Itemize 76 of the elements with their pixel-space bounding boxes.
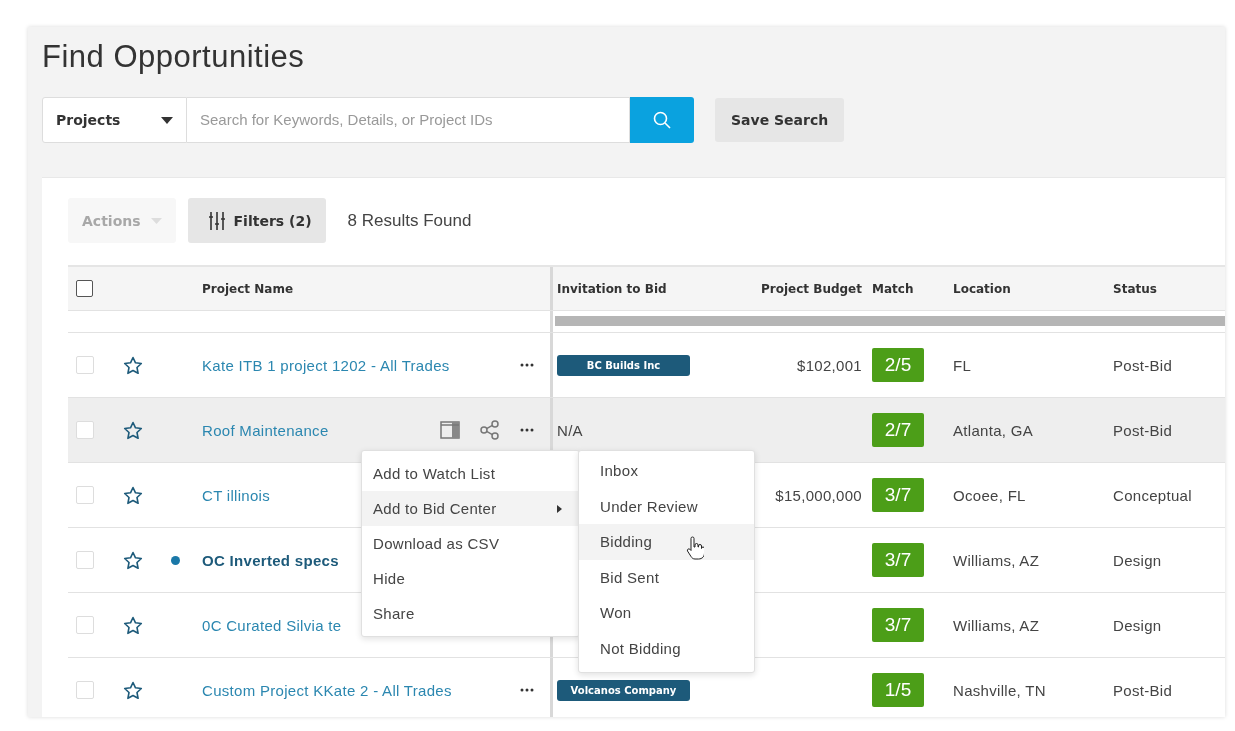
match-badge: 3/7 [872,543,924,577]
table-cell: Design [1113,551,1162,569]
star-icon[interactable] [122,355,143,375]
caret-icon [150,217,162,224]
row-checkbox[interactable] [76,551,94,569]
match-badge: 2/5 [872,348,924,382]
row-checkbox[interactable] [76,486,94,504]
table-cell: Williams, AZ [953,551,1040,569]
share-icon[interactable] [480,420,500,440]
page-title: Find Opportunities [42,39,306,75]
hand-cursor-icon [686,536,704,560]
star-icon[interactable] [122,615,143,635]
match-badge: 3/7 [872,608,924,642]
star-icon[interactable] [122,680,143,700]
table-row[interactable]: Kate ITB 1 project 1202 - All Trades BC Builds Inc $102,001 2/5 FL Post-Bid [68,333,1225,398]
results-count: 8 Results Found [347,210,472,231]
more-icon[interactable] [520,428,534,432]
row-checkbox[interactable] [76,421,94,439]
star-icon[interactable] [122,550,143,570]
company-tag: BC Builds Inc [557,354,690,376]
table-cell: $15,000,000 [775,486,862,504]
table-cell: Post-Bid [1113,421,1173,439]
column-header[interactable]: Location [953,281,1011,296]
more-icon[interactable] [520,688,534,692]
table-cell: Conceptual [1113,486,1192,504]
menu-item[interactable]: Add to Bid Center [362,491,579,526]
column-header[interactable]: Match [872,281,914,296]
menu-item[interactable]: Not Bidding [579,630,754,666]
column-header[interactable]: Project Name [202,281,294,296]
table-cell: Nashville, TN [953,681,1046,699]
select-all-checkbox[interactable] [76,280,93,297]
menu-item[interactable]: Under Review [579,488,754,524]
star-icon[interactable] [122,485,143,505]
panel-icon[interactable] [440,421,460,439]
row-checkbox[interactable] [76,356,94,374]
row-checkbox[interactable] [76,616,94,634]
row-checkbox[interactable] [76,681,94,699]
table-cell: $102,001 [797,356,862,374]
table-cell: FL [953,356,972,374]
project-link[interactable]: CT illinois [202,486,271,504]
menu-item[interactable]: Bid Sent [579,559,754,595]
table-cell: Post-Bid [1113,681,1173,699]
sliders-icon [207,210,226,231]
column-header[interactable]: Project Budget [761,281,862,296]
caret-icon [161,116,173,124]
table-cell: Williams, AZ [953,616,1040,634]
column-header[interactable]: Status [1113,281,1157,296]
table-cell: Atlanta, GA [953,421,1033,439]
search-field[interactable]: Search for Keywords, Details, or Project IDs [187,97,630,143]
table-cell: Post-Bid [1113,356,1173,374]
menu-item[interactable]: Won [579,595,754,631]
menu-item[interactable]: Download as CSV [362,526,579,561]
match-badge: 1/5 [872,673,924,707]
match-badge: 3/7 [872,478,924,512]
horizontal-scrollbar[interactable] [555,316,1225,326]
search-icon [653,111,671,129]
menu-item[interactable]: Hide [362,561,579,596]
column-header[interactable]: Invitation to Bid [557,281,667,296]
match-badge: 2/7 [872,413,924,447]
project-link[interactable]: Custom Project KKate 2 - All Trades [202,681,452,699]
project-link[interactable]: Kate ITB 1 project 1202 - All Trades [202,356,450,374]
table-row[interactable]: Roof Maintenance N/A 2/7 Atlanta, GA Post-Bid [68,398,1225,463]
star-icon[interactable] [122,420,143,440]
menu-item[interactable]: Bidding [579,524,754,560]
project-link[interactable]: OC Inverted specs [202,551,339,569]
project-link[interactable]: Roof Maintenance [202,421,329,439]
menu-item[interactable]: Share [362,596,579,631]
project-link[interactable]: 0C Curated Silvia te [202,616,342,634]
table-cell: Ocoee, FL [953,486,1026,504]
table-cell: Design [1113,616,1162,634]
save-search-button[interactable]: Save Search [715,98,845,142]
scope-dropdown[interactable]: Projects [42,97,187,143]
more-icon[interactable] [520,363,534,367]
filters-button[interactable]: Filters (2) [187,198,326,243]
table-cell: N/A [557,421,583,439]
company-tag: Volcanos Company [557,679,690,701]
